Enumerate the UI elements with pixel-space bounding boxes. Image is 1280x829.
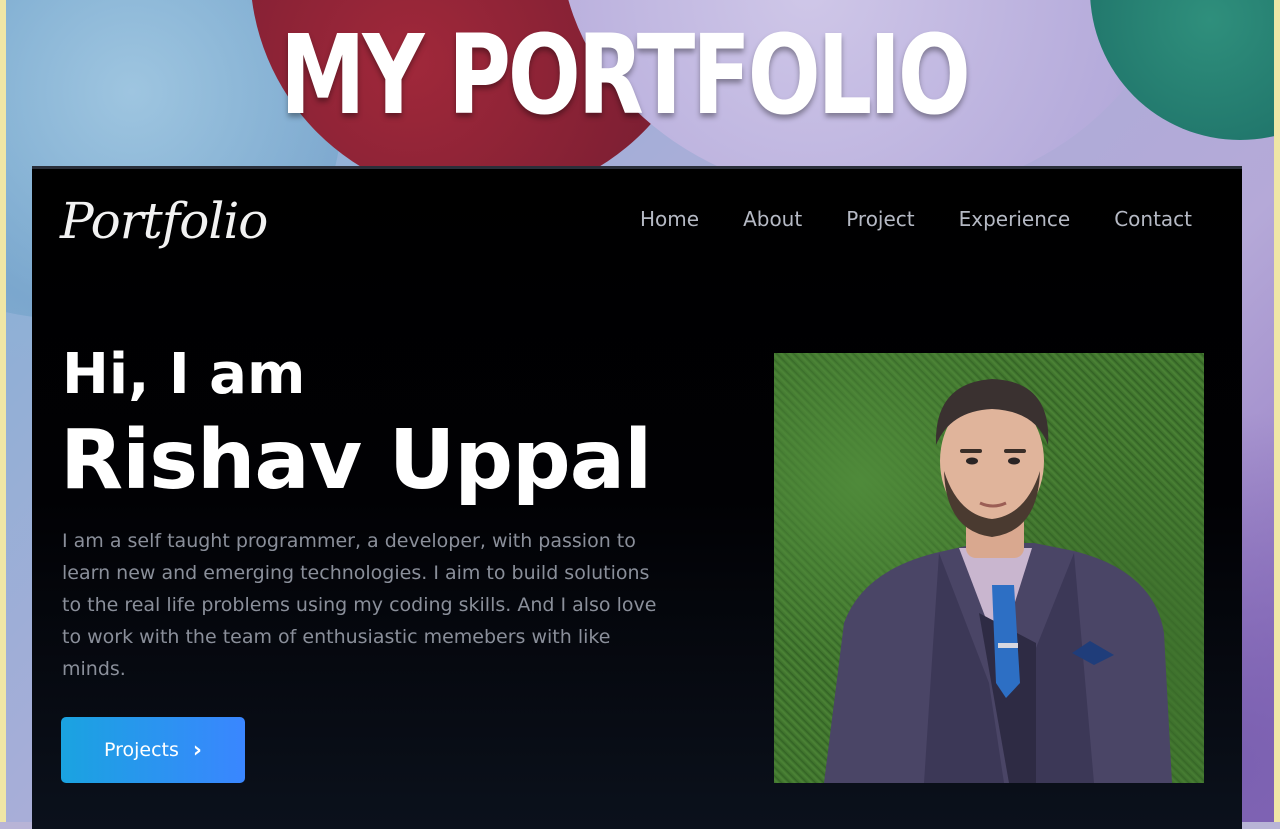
background-shape xyxy=(1090,0,1280,140)
nav-link-project[interactable]: Project xyxy=(846,207,914,231)
hero-bio: I am a self taught programmer, a develop… xyxy=(62,530,657,680)
nav-link-experience[interactable]: Experience xyxy=(959,207,1071,231)
person-illustration xyxy=(824,379,1172,783)
projects-button[interactable]: Projects › xyxy=(61,717,245,783)
hero-greeting: Hi, I am xyxy=(62,342,306,407)
frame-edge xyxy=(1274,0,1280,822)
nav-link-home[interactable]: Home xyxy=(640,207,699,231)
nav-link-about[interactable]: About xyxy=(743,207,802,231)
frame-edge xyxy=(0,0,6,822)
banner-title: MY PORTFOLIO xyxy=(280,11,971,139)
hero-name: Rishav Uppal xyxy=(60,413,652,508)
website-screenshot: Portfolio Home About Project Experience … xyxy=(32,166,1242,829)
site-logo[interactable]: Portfolio xyxy=(60,181,268,261)
profile-photo xyxy=(774,353,1204,783)
projects-button-label: Projects xyxy=(104,739,179,761)
chevron-right-icon: › xyxy=(192,737,202,763)
main-nav: Home About Project Experience Contact xyxy=(640,207,1192,231)
nav-link-contact[interactable]: Contact xyxy=(1114,207,1192,231)
